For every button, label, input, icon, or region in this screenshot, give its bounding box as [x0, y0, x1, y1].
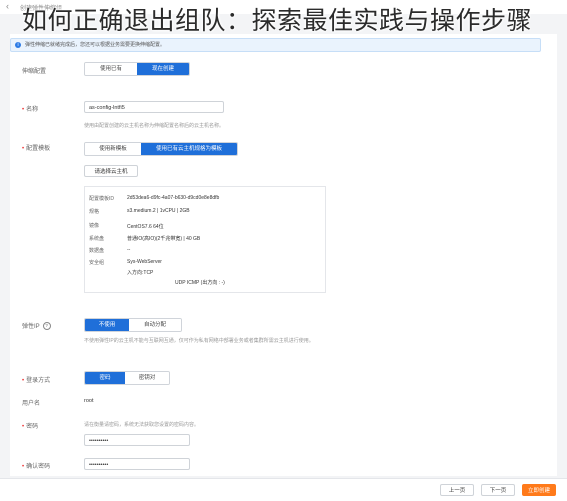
- detail-key: 镜像: [89, 223, 100, 229]
- password-hint: 请在衡量请密码，系统无法获取您设置的密码内容。: [84, 422, 200, 428]
- elastic-ip-label-text: 弹性IP: [22, 324, 40, 330]
- confirm-password-label: 确认密码: [22, 461, 50, 470]
- config-template-toggle: 使用新模板 使用已有云主机规格为模板: [84, 142, 238, 156]
- info-notice: i 弹性伸缩已就绪完成后，您还可以根据业务需要更换伸缩配置。: [10, 38, 541, 52]
- detail-value: --: [127, 247, 131, 253]
- detail-key: 系统盘: [89, 236, 105, 242]
- detail-value: UDP ICMP (出方向 : -): [175, 280, 225, 286]
- detail-key: 配置模板ID: [89, 196, 115, 202]
- detail-value: 入方向:TCP: [127, 270, 154, 276]
- footer-bar: 上一页 下一页 立即创建: [0, 478, 567, 501]
- password-input[interactable]: ••••••••••: [84, 434, 190, 446]
- option-existing-instance-template[interactable]: 使用已有云主机规格为模板: [141, 143, 237, 155]
- option-keypair[interactable]: 密钥对: [125, 372, 169, 384]
- detail-value: CentOS7.6 64位: [127, 224, 164, 230]
- option-use-existing[interactable]: 使用已有: [85, 63, 137, 75]
- confirm-password-input[interactable]: ••••••••••: [84, 458, 190, 470]
- name-label: 名称: [22, 104, 38, 113]
- name-input[interactable]: as-config-lntfi5: [84, 101, 224, 113]
- info-icon: i: [15, 42, 21, 48]
- scaling-config-label: 伸缩配置: [22, 69, 47, 75]
- option-create-now[interactable]: 现在创建: [137, 63, 189, 75]
- prev-button[interactable]: 上一页: [440, 484, 474, 496]
- name-hint: 使用由配置创建的云主机名称为伸缩配置名称后的云主机名称。: [84, 123, 225, 129]
- option-auto-assign[interactable]: 自动分配: [129, 319, 181, 331]
- option-new-template[interactable]: 使用新模板: [85, 143, 141, 155]
- username-label: 用户名: [22, 401, 41, 407]
- notice-text: 弹性伸缩已就绪完成后，您还可以根据业务需要更换伸缩配置。: [25, 42, 166, 48]
- next-button[interactable]: 下一页: [481, 484, 515, 496]
- login-method-toggle: 密码 密钥对: [84, 371, 170, 385]
- overlay-title: 如何正确退出组队：探索最佳实践与操作步骤: [22, 6, 533, 35]
- detail-value: s3.medium.2 | 1vCPU | 2GB: [127, 208, 190, 214]
- elastic-ip-hint: 不使用弹性IP的云主机不能与互联网互通，仅可作为私有网络中部署业务或者集群所需云…: [84, 338, 314, 344]
- detail-key: 规格: [89, 209, 100, 215]
- detail-key: 安全组: [89, 260, 105, 266]
- elastic-ip-label: 弹性IP?: [22, 321, 51, 331]
- create-now-button[interactable]: 立即创建: [522, 484, 556, 496]
- back-arrow-icon[interactable]: ‹: [6, 1, 9, 11]
- detail-value: Sys-WebServer: [127, 259, 162, 265]
- username-value: root: [84, 398, 94, 404]
- scaling-config-toggle: 使用已有 现在创建: [84, 62, 190, 76]
- detail-value: 普通IO(高IO)(2千兆带宽) | 40 GB: [127, 236, 201, 242]
- elastic-ip-toggle: 不使用 自动分配: [84, 318, 182, 332]
- template-details: 配置模板ID 2d53dea6-d9fc-4a07-b630-d9cd0e8e8…: [84, 186, 326, 293]
- config-template-label: 配置模板: [22, 143, 50, 152]
- password-label: 密码: [22, 421, 38, 430]
- option-no-eip[interactable]: 不使用: [85, 319, 129, 331]
- option-password[interactable]: 密码: [85, 372, 125, 384]
- detail-value: 2d53dea6-d9fc-4a07-b630-d9cd0e8e8dfb: [127, 195, 220, 201]
- login-method-label: 登录方式: [22, 375, 50, 384]
- detail-key: 数据盘: [89, 248, 105, 254]
- help-icon[interactable]: ?: [42, 322, 51, 331]
- select-instance-button[interactable]: 请选择云主机: [84, 165, 138, 177]
